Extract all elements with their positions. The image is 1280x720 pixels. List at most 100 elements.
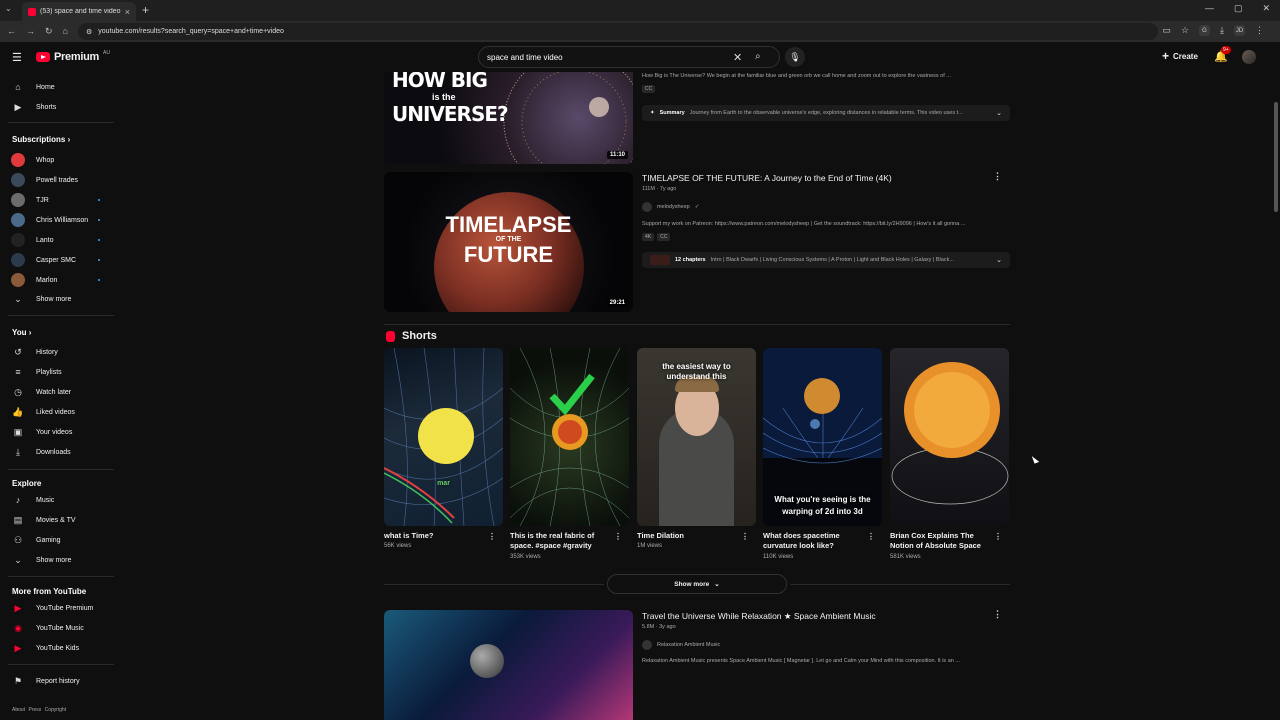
short-item[interactable]: the easiest way to understand this Time … — [637, 348, 756, 549]
more-actions-icon[interactable]: ⋮ — [488, 532, 496, 541]
video-thumbnail[interactable]: TIMELAPSE OF THE FUTURE 29:21 — [384, 172, 633, 312]
search-box[interactable]: space and time video ✕ ⌕ — [478, 46, 780, 68]
clear-search-icon[interactable]: ✕ — [733, 51, 742, 64]
create-button[interactable]: + Create — [1162, 49, 1198, 63]
sidebar-item-history[interactable]: ↺ History — [0, 343, 112, 361]
forward-icon[interactable]: → — [26, 26, 35, 37]
microphone-icon[interactable]: 🎙 — [785, 47, 805, 67]
short-title[interactable]: Time Dilation — [637, 531, 737, 541]
sidebar-item-youtube-kids[interactable]: ▶ YouTube Kids — [0, 639, 112, 657]
short-item[interactable]: Brian Cox Explains The Notion of Absolut… — [890, 348, 1009, 560]
browser-menu-icon[interactable]: ⋮ — [1255, 25, 1264, 36]
short-thumbnail[interactable] — [890, 348, 1009, 526]
sidebar-item-music[interactable]: ♪ Music — [0, 491, 112, 509]
channel-link[interactable]: Relaxation Ambient Music — [642, 640, 720, 650]
sidebar-item-report-history[interactable]: ⚑ Report history — [0, 672, 112, 690]
sidebar-item-gaming[interactable]: ⚇ Gaming — [0, 531, 112, 549]
extension-icon[interactable]: G — [1199, 25, 1211, 36]
short-thumbnail[interactable]: the easiest way to understand this — [637, 348, 756, 526]
search-icon[interactable]: ⌕ — [755, 51, 761, 62]
chevron-down-icon[interactable]: ⌄ — [996, 256, 1002, 264]
home-browser-icon[interactable]: ⌂ — [63, 26, 68, 37]
explore-show-more[interactable]: ⌄ Show more — [0, 551, 112, 569]
subscriptions-show-more[interactable]: ⌄ Show more — [0, 290, 112, 308]
hamburger-menu-icon[interactable]: ☰ — [12, 51, 22, 64]
short-title[interactable]: Brian Cox Explains The Notion of Absolut… — [890, 531, 990, 551]
downloads-browser-icon[interactable]: ⤓ — [1220, 25, 1224, 36]
sidebar-item-label: Music — [36, 496, 55, 504]
summary-bar[interactable]: ✦ Summary Journey from Earth to the obse… — [642, 105, 1010, 121]
short-item[interactable]: What you're seeing is the warping of 2d … — [763, 348, 882, 560]
tab-search-icon[interactable]: ⌄ — [5, 4, 12, 13]
short-title[interactable]: What does spacetime curvature look like? — [763, 531, 863, 551]
more-actions-icon[interactable]: ⋮ — [993, 609, 1002, 620]
sidebar-item-subscription[interactable]: Lanto — [0, 231, 112, 249]
sidebar-item-youtube-premium[interactable]: ▶ YouTube Premium — [0, 599, 112, 617]
show-more-label: Show more — [36, 295, 72, 303]
scrollbar-thumb[interactable] — [1274, 102, 1278, 212]
more-actions-icon[interactable]: ⋮ — [614, 532, 622, 541]
chapters-bar[interactable]: 12 chapters Intro | Black Dwarfs | Livin… — [642, 252, 1010, 268]
search-input[interactable]: space and time video — [487, 53, 563, 62]
short-item[interactable]: This is the real fabric of space. #space… — [510, 348, 629, 560]
minimize-icon[interactable]: — — [1205, 3, 1214, 14]
sidebar-item-home[interactable]: ⌂ Home — [0, 78, 112, 96]
page-scrollbar[interactable] — [1272, 42, 1280, 720]
video-thumbnail[interactable] — [384, 610, 633, 720]
sidebar-item-watch-later[interactable]: ◷ Watch later — [0, 383, 112, 401]
site-info-icon[interactable]: ⚙ — [86, 28, 92, 36]
short-title[interactable]: This is the real fabric of space. #space… — [510, 531, 610, 551]
short-title[interactable]: what is Time? — [384, 531, 484, 541]
new-tab-icon[interactable]: + — [142, 3, 149, 17]
more-actions-icon[interactable]: ⋮ — [994, 532, 1002, 541]
sidebar-item-subscription[interactable]: Powell trades — [0, 171, 112, 189]
avatar[interactable] — [1242, 50, 1256, 64]
back-icon[interactable]: ← — [7, 26, 16, 37]
sidebar-item-movies[interactable]: ▤ Movies & TV — [0, 511, 112, 529]
youtube-logo[interactable]: Premium AU — [36, 50, 110, 63]
sidebar-item-playlists[interactable]: ≡ Playlists — [0, 363, 112, 381]
close-window-icon[interactable]: ✕ — [1262, 3, 1270, 14]
sidebar-item-label: Powell trades — [36, 176, 79, 184]
sidebar-item-shorts[interactable]: ▶ Shorts — [0, 98, 112, 116]
close-tab-icon[interactable]: × — [125, 7, 130, 17]
chevron-down-icon[interactable]: ⌄ — [996, 109, 1002, 117]
short-thumbnail[interactable]: mar — [384, 348, 503, 526]
summary-label: Summary — [659, 110, 685, 116]
reload-icon[interactable]: ↻ — [45, 26, 53, 37]
youtube-favicon-icon — [28, 7, 36, 16]
video-thumbnail[interactable]: HOW BIG is the UNIVERSE? 11:10 — [384, 72, 633, 164]
sidebar-item-subscription[interactable]: Chris Williamson — [0, 211, 112, 229]
create-label: Create — [1173, 51, 1198, 61]
subscriptions-heading[interactable]: Subscriptions › — [12, 135, 70, 144]
sidebar-item-subscription[interactable]: Casper SMC — [0, 251, 112, 269]
short-item[interactable]: mar what is Time? 56K views ⋮ — [384, 348, 503, 549]
cast-icon[interactable]: ▭ — [1162, 25, 1171, 36]
bookmark-star-icon[interactable]: ☆ — [1181, 25, 1189, 36]
fabric-artwork — [510, 348, 629, 526]
sidebar-item-downloads[interactable]: ⤓ Downloads — [0, 443, 112, 461]
more-actions-icon[interactable]: ⋮ — [741, 532, 749, 541]
video-title[interactable]: TIMELAPSE OF THE FUTURE: A Journey to th… — [642, 173, 892, 183]
short-views: 110K views — [763, 554, 794, 560]
channel-avatar — [642, 640, 652, 650]
sidebar-item-youtube-music[interactable]: ◉ YouTube Music — [0, 619, 112, 637]
maximize-icon[interactable]: ▢ — [1234, 3, 1243, 14]
more-actions-icon[interactable]: ⋮ — [867, 532, 875, 541]
sidebar-item-subscription[interactable]: TJR — [0, 191, 112, 209]
sidebar-item-your-videos[interactable]: ▣ Your videos — [0, 423, 112, 441]
more-actions-icon[interactable]: ⋮ — [993, 171, 1002, 182]
sidebar-item-liked-videos[interactable]: 👍 Liked videos — [0, 403, 112, 421]
short-thumbnail[interactable] — [510, 348, 629, 526]
sidebar-item-subscription[interactable]: Marlon — [0, 271, 112, 289]
sidebar-item-subscription[interactable]: Whop — [0, 151, 112, 169]
short-thumbnail[interactable]: What you're seeing is the warping of 2d … — [763, 348, 882, 526]
video-title[interactable]: Travel the Universe While Relaxation ★ S… — [642, 611, 876, 622]
profile-button[interactable]: JD — [1234, 25, 1245, 36]
you-heading[interactable]: You › — [12, 328, 31, 337]
url-bar[interactable]: ⚙ youtube.com/results?search_query=space… — [78, 23, 1158, 40]
notifications-bell-icon[interactable]: 🔔 9+ — [1214, 46, 1231, 63]
shorts-show-more-button[interactable]: Show more ⌄ — [607, 574, 787, 594]
channel-link[interactable]: melodysheep ✓ — [642, 202, 699, 212]
browser-tab[interactable]: (53) space and time video - YouTube × — [22, 2, 136, 21]
